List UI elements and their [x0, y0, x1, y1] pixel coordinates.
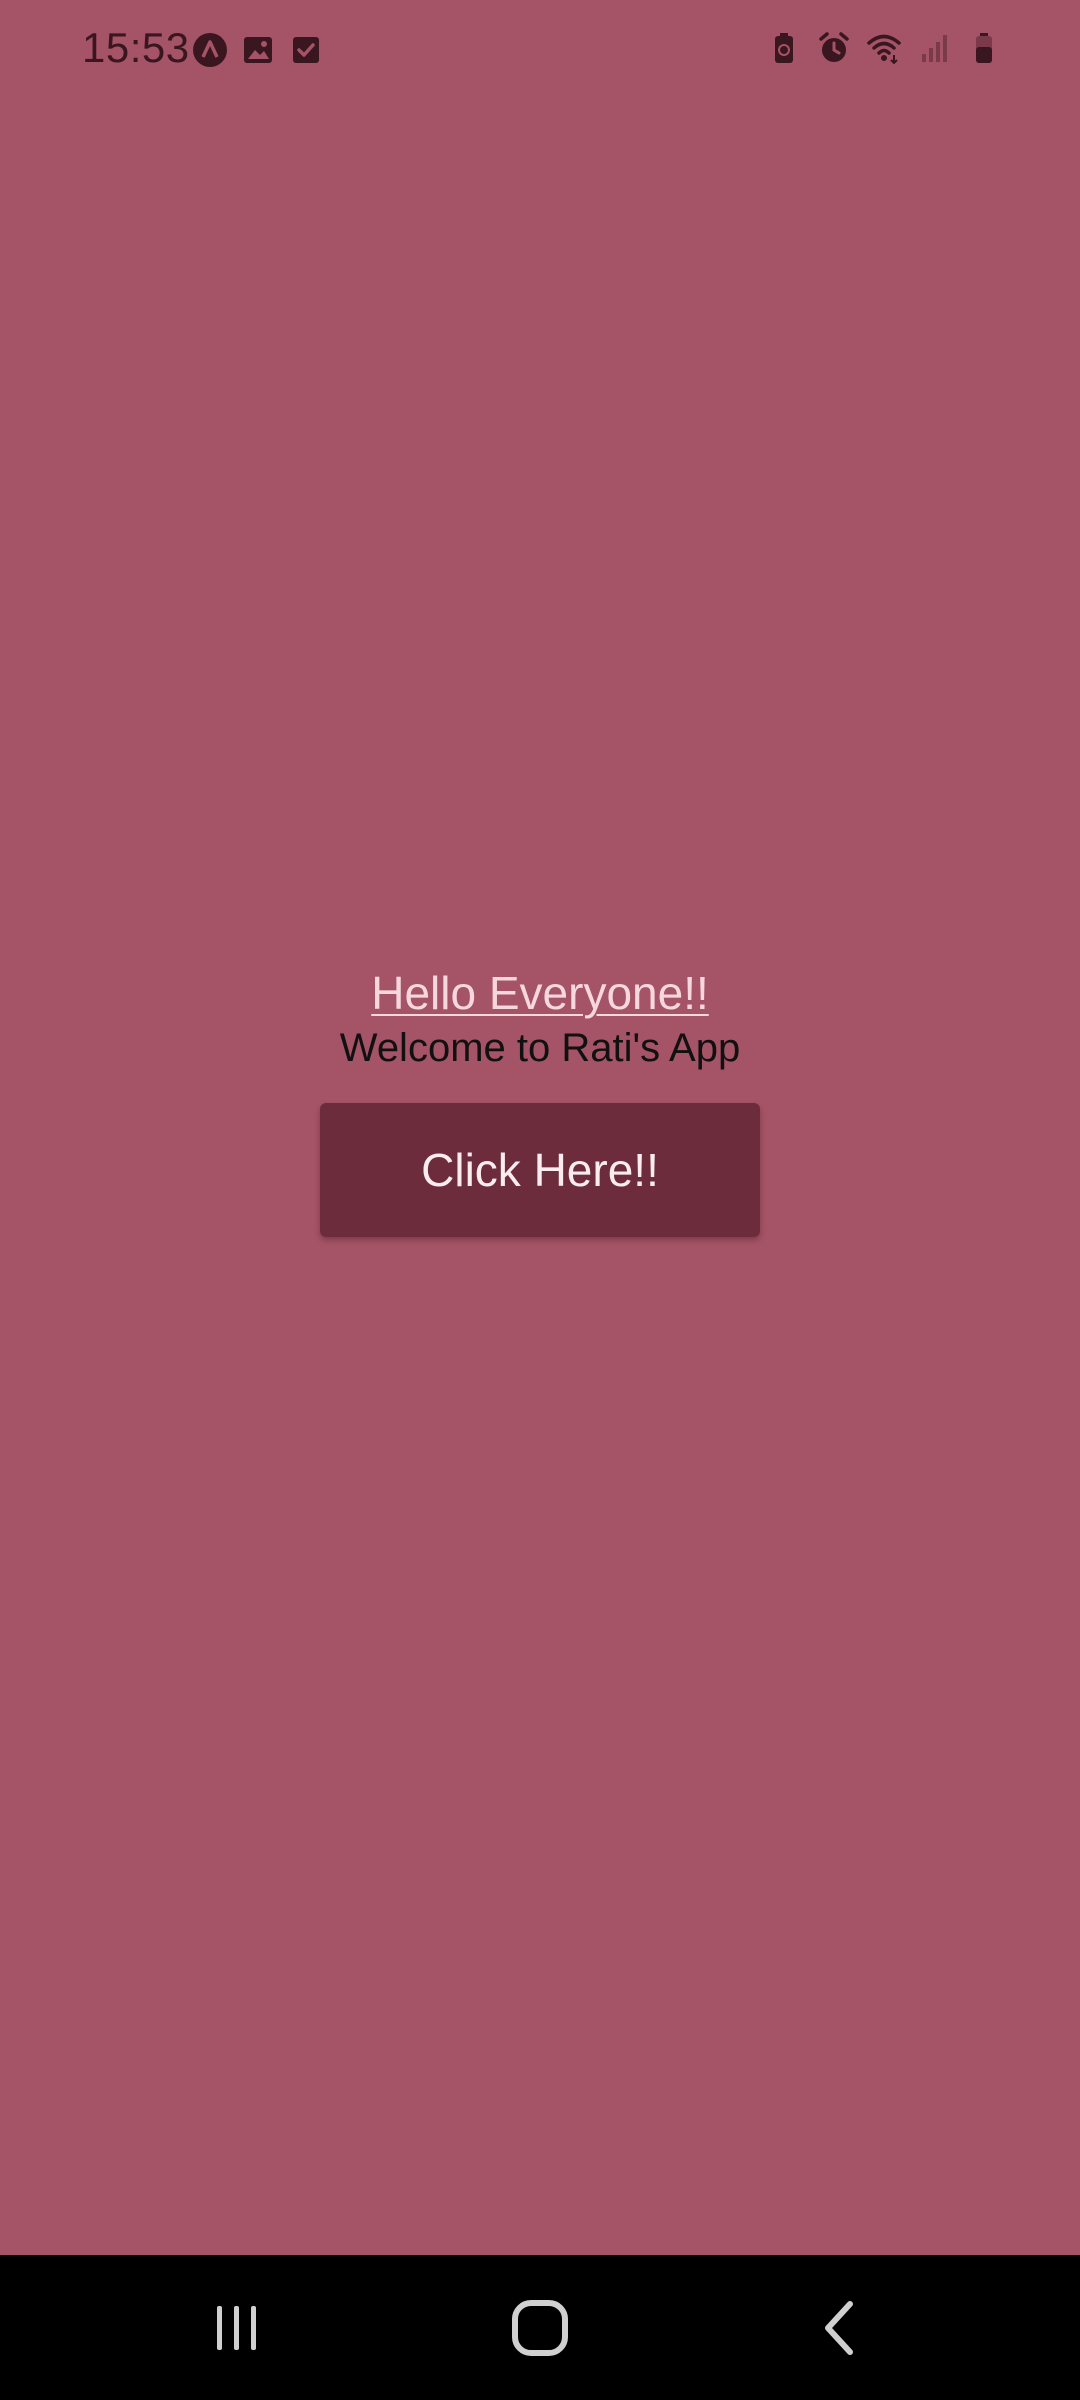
back-icon[interactable]	[762, 2255, 922, 2400]
welcome-text: Welcome to Rati's App	[339, 1025, 741, 1070]
recent-apps-icon[interactable]	[157, 2255, 317, 2400]
battery-icon	[966, 30, 1002, 66]
home-icon[interactable]	[460, 2255, 620, 2400]
click-here-button[interactable]: Click Here!!	[320, 1102, 760, 1237]
status-left-icons	[192, 32, 324, 68]
alarm-icon	[816, 30, 852, 66]
status-bar: 15:53	[0, 0, 1080, 100]
status-time: 15:53	[82, 24, 190, 71]
checkbox-task-icon	[288, 32, 324, 68]
navigation-bar	[0, 2255, 1080, 2400]
signal-icon	[916, 30, 952, 66]
main-content: Hello Everyone!! Welcome to Rati's App C…	[0, 965, 1080, 1237]
battery-saver-icon	[766, 30, 802, 66]
status-right-icons	[766, 30, 1002, 66]
greeting-link[interactable]: Hello Everyone!!	[371, 965, 709, 1023]
notification-app-icon	[192, 32, 228, 68]
wifi-icon	[866, 30, 902, 66]
gallery-icon	[240, 32, 276, 68]
